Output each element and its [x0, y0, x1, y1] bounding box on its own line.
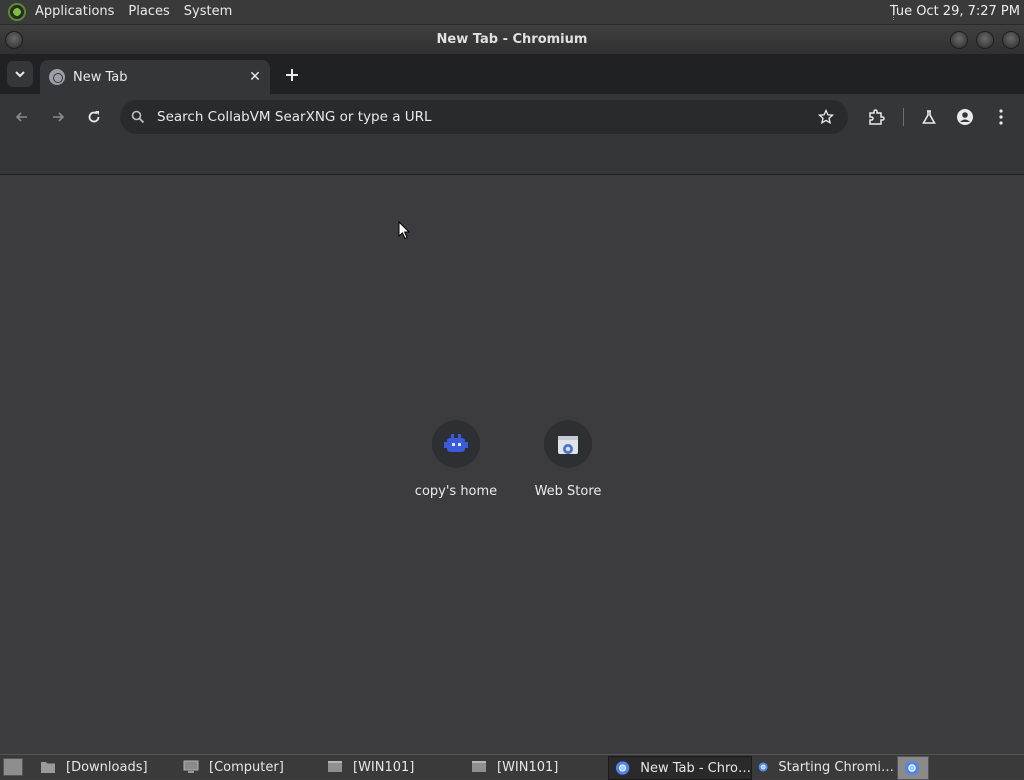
panel-menu: Applications Places System	[28, 0, 239, 24]
reload-icon	[88, 111, 100, 123]
window-titlebar[interactable]: New Tab - Chromium	[0, 25, 1024, 54]
chromium-icon	[758, 762, 768, 772]
shortcut-icon-container	[544, 420, 592, 468]
chromium-icon	[905, 761, 919, 775]
taskbar-item-label: [WIN101]	[353, 759, 415, 775]
arrow-right-icon	[53, 112, 65, 122]
flask-icon	[922, 110, 936, 124]
taskbar-item-active[interactable]: New Tab - Chro…	[608, 756, 752, 780]
taskbar-item[interactable]: [WIN101]	[465, 756, 605, 778]
window-icon	[328, 761, 342, 772]
window-title: New Tab - Chromium	[436, 32, 588, 47]
window-menu-icon[interactable]	[5, 31, 23, 49]
tab-close-icon[interactable]: ✕	[246, 68, 264, 86]
tab-search-button[interactable]	[7, 61, 33, 87]
menu-button[interactable]	[989, 105, 1013, 129]
taskbar-item[interactable]: [WIN101]	[321, 756, 461, 778]
taskbar-item-label: [WIN101]	[497, 759, 559, 775]
top-panel: Applications Places System Tue Oct 29, 7…	[0, 0, 1024, 25]
taskbar-item-label: [Computer]	[209, 759, 284, 775]
star-icon	[818, 109, 834, 125]
address-bar-placeholder: Search CollabVM SearXNG or type a URL	[157, 109, 432, 125]
places-menu[interactable]: Places	[121, 0, 176, 24]
new-tab-button[interactable]	[280, 63, 304, 87]
tab-new-tab[interactable]: New Tab ✕	[40, 60, 270, 94]
system-menu[interactable]: System	[177, 0, 239, 24]
taskbar-item[interactable]: [Downloads]	[34, 756, 174, 778]
bottom-taskbar: [Downloads] [Computer] [WIN101] [WIN101]…	[0, 754, 1024, 780]
distro-logo-icon[interactable]	[8, 3, 26, 21]
bookmark-star-button[interactable]	[816, 107, 836, 127]
person-icon	[957, 109, 973, 125]
kebab-menu-icon	[999, 109, 1003, 125]
web-store-icon	[558, 436, 578, 454]
chromium-icon	[615, 761, 630, 775]
tab-title: New Tab	[73, 69, 128, 85]
folder-icon	[41, 762, 55, 773]
shortcut-label: copy's home	[414, 484, 498, 499]
shortcut-label: Web Store	[534, 484, 602, 499]
plus-icon	[286, 69, 298, 81]
extensions-button[interactable]	[864, 105, 888, 129]
reload-button[interactable]	[82, 105, 106, 129]
arrow-left-icon	[15, 112, 27, 122]
computer-icon	[183, 760, 199, 773]
workspace-switcher[interactable]	[897, 756, 929, 780]
taskbar-item[interactable]: [Computer]	[177, 756, 317, 778]
applications-menu[interactable]: Applications	[28, 0, 121, 24]
chevron-down-icon	[15, 71, 25, 78]
close-window-button[interactable]	[1002, 31, 1020, 49]
maximize-button[interactable]	[976, 31, 994, 49]
puzzle-icon	[869, 109, 885, 125]
taskbar-item-label: [Downloads]	[66, 759, 148, 775]
shortcut-tile[interactable]: copy's home	[400, 420, 512, 520]
search-icon	[131, 110, 145, 124]
forward-button[interactable]	[46, 105, 70, 129]
mouse-cursor-icon	[398, 221, 410, 240]
minimize-button[interactable]	[950, 31, 968, 49]
globe-icon	[49, 69, 65, 85]
panel-clock[interactable]: Tue Oct 29, 7:27 PM	[890, 0, 1020, 24]
shortcut-icon-container	[432, 420, 480, 468]
labs-button[interactable]	[917, 105, 941, 129]
back-button[interactable]	[10, 105, 34, 129]
bookmark-bar	[0, 140, 1024, 175]
taskbar-item-label: Starting Chromi…	[778, 759, 894, 775]
browser-toolbar: Search CollabVM SearXNG or type a URL	[0, 94, 1024, 140]
show-desktop-icon[interactable]	[3, 758, 23, 776]
taskbar-item-label: New Tab - Chro…	[640, 760, 751, 776]
taskbar-item[interactable]: Starting Chromi…	[752, 756, 894, 778]
toolbar-divider	[903, 108, 904, 126]
address-bar[interactable]: Search CollabVM SearXNG or type a URL	[120, 100, 848, 134]
profile-button[interactable]	[953, 105, 977, 129]
window-icon	[472, 761, 486, 772]
robot-icon	[444, 434, 468, 452]
new-tab-page: copy's home Web Store	[0, 175, 1024, 754]
tab-strip: New Tab ✕	[0, 54, 1024, 94]
shortcut-tile[interactable]: Web Store	[512, 420, 624, 520]
